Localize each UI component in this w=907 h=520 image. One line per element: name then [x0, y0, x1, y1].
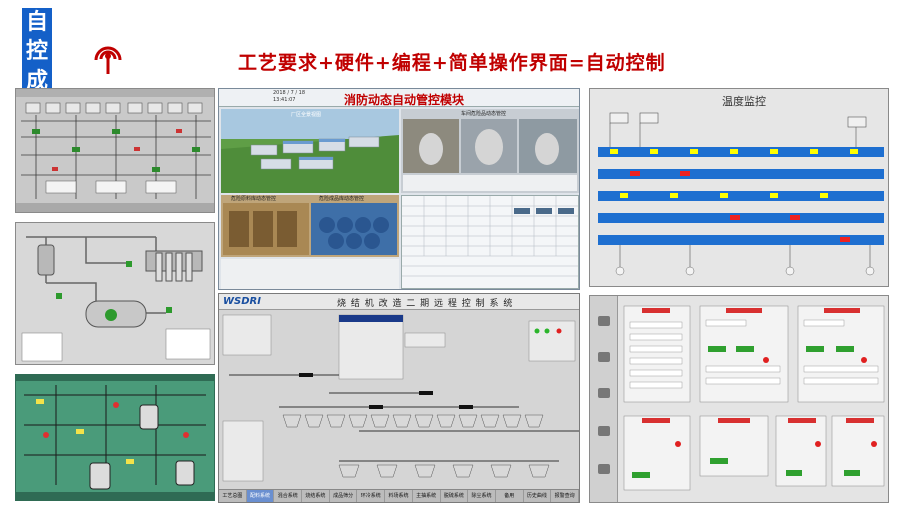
page-headline: 工艺要求+硬件+编程+简单操作界面=自动控制: [238, 52, 666, 74]
sinter-header: WSDRI 烧 结 机 改 造 二 期 远 程 控 制 系 统: [219, 294, 579, 310]
sinter-tab-bar: 工艺总图 配料系统 混合系统 烧结系统 成品筛分 环冷系统 料场系统 主抽系统 脱硫系统 除尘系统…: [219, 489, 579, 502]
badge-char: 控: [25, 39, 48, 65]
sinter-tab: 备用: [496, 490, 524, 502]
badge-char: 自: [25, 9, 48, 35]
plant-diagram-screenshot-3: [15, 374, 215, 501]
plant-aerial-photo: 厂区全景视图: [221, 109, 399, 193]
fire-time: 13:41:07: [273, 97, 296, 103]
fire-date: 2018 / 7 / 18: [273, 90, 305, 96]
plant-diagram-screenshot-1: [15, 88, 215, 213]
sinter-tab: 工艺总图: [219, 490, 247, 502]
finished-label: 危险成品库动态管控: [319, 196, 365, 202]
signal-logo-icon: [88, 38, 128, 78]
control-faceplate-screenshot: [589, 295, 889, 503]
sinter-tab: 环冷系统: [357, 490, 386, 502]
sinter-tab: 除尘系统: [468, 490, 496, 502]
sinter-tab: 脱硫系统: [441, 490, 469, 502]
sinter-tab: 成品筛分: [330, 490, 358, 502]
sinter-tab: 混合系统: [274, 490, 303, 502]
sinter-tab: 主抽系统: [413, 490, 441, 502]
warehouse-status-table: [221, 259, 399, 289]
fire-title: 消防动态自动管控模块: [344, 93, 465, 107]
workshop-photos: 车间危险品动态管控: [401, 109, 579, 193]
sinter-control-screenshot: WSDRI 烧 结 机 改 造 二 期 远 程 控 制 系 统 工艺总图 配料系统…: [218, 293, 580, 503]
sinter-tab: 报警查询: [551, 490, 579, 502]
warehouse-label: 危险原料库动态管控: [231, 196, 277, 202]
sinter-title: 烧 结 机 改 造 二 期 远 程 控 制 系 统: [337, 299, 514, 309]
fire-title-bar: 2018 / 7 / 18 13:41:07 消防动态自动管控模块: [219, 89, 579, 107]
plant-diagram-screenshot-2: [15, 222, 215, 365]
overview-label: 厂区全景视图: [291, 112, 322, 118]
wsdri-logo: WSDRI: [223, 296, 261, 307]
warehouse-photos: 危险原料库动态管控 危险成品库动态管控: [221, 195, 399, 257]
sinter-tab: 料场系统: [385, 490, 413, 502]
faceplate-sidebar: [590, 296, 618, 502]
workshop-label: 车间危险品动态管控: [461, 111, 507, 117]
temperature-monitor-screenshot: 温度监控: [589, 88, 889, 287]
fire-data-table: [401, 195, 579, 289]
sinter-tab: 配料系统: [246, 490, 275, 502]
sinter-tab: 烧结系统: [302, 490, 330, 502]
fire-control-screenshot: 2018 / 7 / 18 13:41:07 消防动态自动管控模块 厂区全景视图…: [218, 88, 580, 290]
sinter-tab: 历史曲线: [524, 490, 552, 502]
